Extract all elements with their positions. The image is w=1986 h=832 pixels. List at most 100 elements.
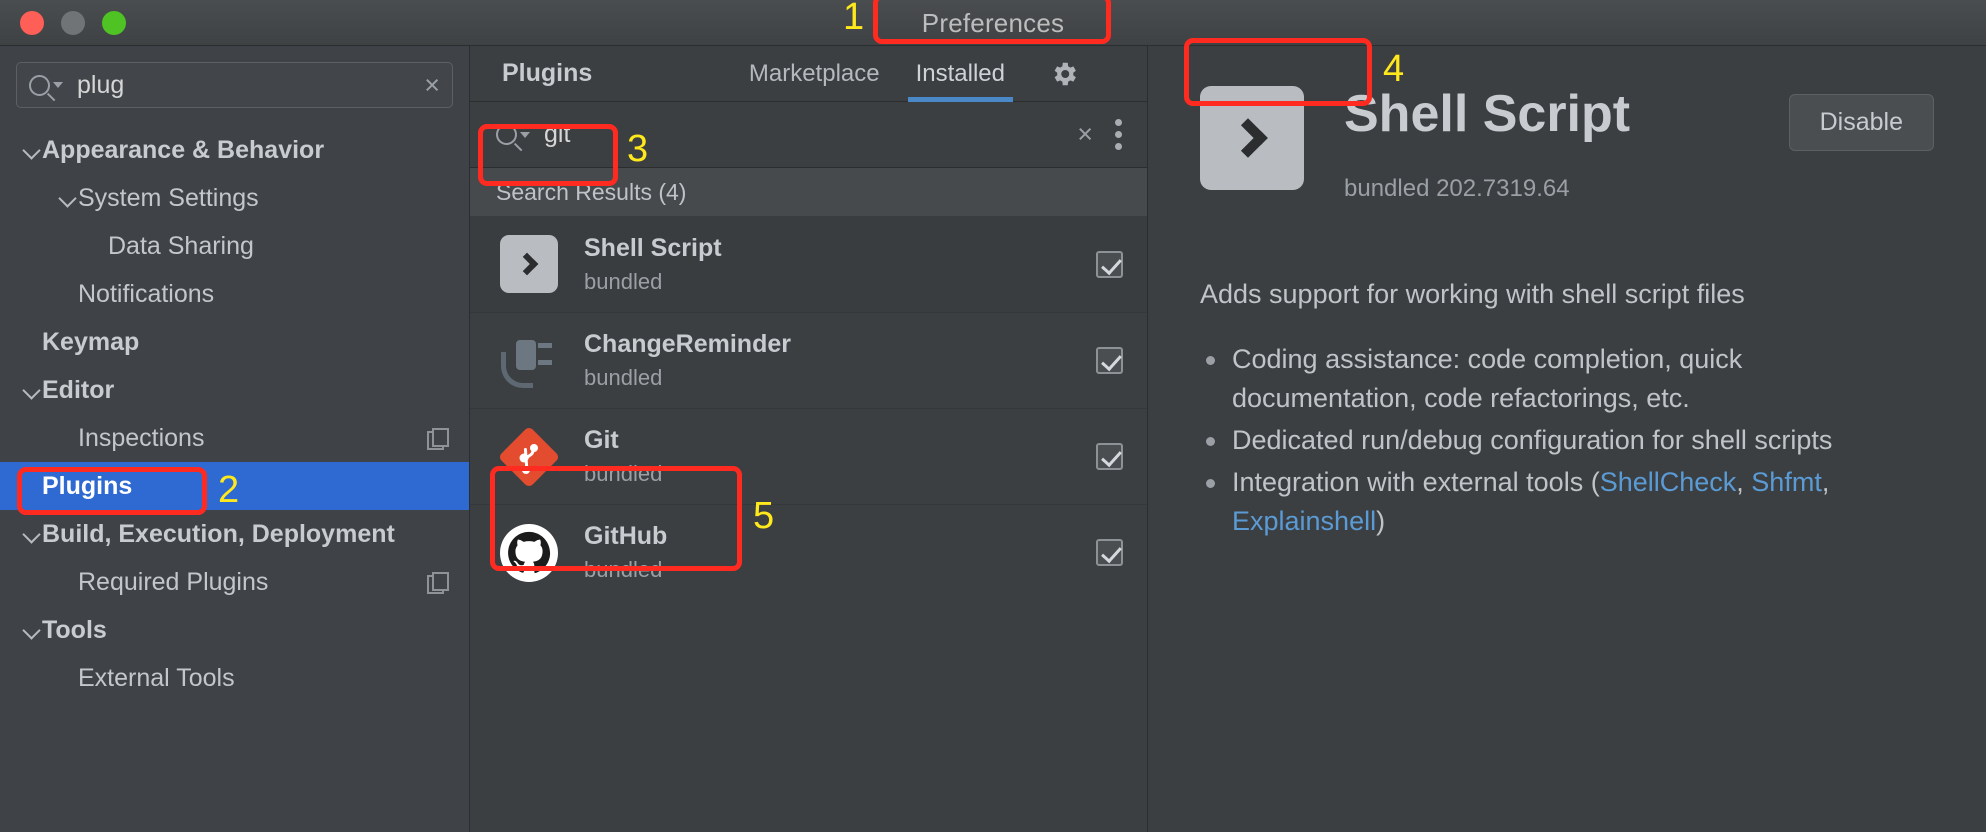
tree-indent-spacer <box>58 572 78 592</box>
sidebar-item-keymap[interactable]: Keymap <box>0 318 469 366</box>
plugin-list-item[interactable]: ChangeReminder bundled <box>470 312 1147 408</box>
plugin-enabled-checkbox[interactable] <box>1096 250 1123 278</box>
sidebar-item-tools[interactable]: Tools <box>0 606 469 654</box>
plugin-name: Shell Script <box>584 233 722 262</box>
settings-tree: Appearance & Behavior System Settings Data… <box>0 126 469 702</box>
plugin-list-item[interactable]: Git bundled <box>470 408 1147 504</box>
settings-sidebar: plug × Appearance & Behavior System Setti… <box>0 46 470 832</box>
sidebar-item-data-sharing[interactable]: Data Sharing <box>0 222 469 270</box>
sidebar-item-label: System Settings <box>78 183 259 212</box>
plugin-enabled-checkbox[interactable] <box>1096 443 1123 470</box>
chevron-down-icon[interactable] <box>58 188 78 208</box>
plugins-panel-header: Plugins Marketplace Installed <box>470 46 1147 102</box>
plugin-search-input[interactable]: git <box>544 120 570 149</box>
window-title-bar: Preferences <box>0 0 1986 46</box>
page-title: Plugins <box>502 59 593 87</box>
shell-script-icon <box>1200 86 1304 190</box>
tree-indent-spacer <box>58 428 78 448</box>
preferences-window: Preferences plug × Appearance & Behavior… <box>0 0 1986 832</box>
tree-indent-spacer <box>58 668 78 688</box>
sidebar-item-label: Editor <box>42 375 115 404</box>
plugin-name: GitHub <box>584 522 668 550</box>
feature-text: Dedicated run/debug configuration for sh… <box>1232 424 1833 455</box>
tree-indent-spacer <box>58 284 78 304</box>
copy-icon[interactable] <box>427 572 449 594</box>
search-icon <box>496 124 517 145</box>
sidebar-item-label: External Tools <box>78 663 235 692</box>
clear-search-icon[interactable]: × <box>424 71 440 99</box>
tab-installed[interactable]: Installed <box>898 46 1023 102</box>
sidebar-item-label: Plugins <box>42 471 133 500</box>
plugin-detail-header: Shell Script bundled 202.7319.64 Disable <box>1200 85 1934 203</box>
kebab-menu-icon[interactable] <box>1115 119 1123 150</box>
copy-icon[interactable] <box>427 428 449 450</box>
sidebar-search-wrap: plug × <box>0 46 469 108</box>
chevron-down-icon[interactable] <box>22 140 42 160</box>
change-reminder-icon <box>500 332 558 390</box>
chevron-down-icon[interactable] <box>22 620 42 640</box>
plugin-enabled-checkbox[interactable] <box>1096 539 1123 566</box>
sidebar-item-editor[interactable]: Editor <box>0 366 469 414</box>
sidebar-item-required-plugins[interactable]: Required Plugins <box>0 558 469 606</box>
plugin-status: bundled <box>584 557 663 582</box>
plugin-detail-panel: Shell Script bundled 202.7319.64 Disable… <box>1148 46 1986 832</box>
sidebar-item-label: Data Sharing <box>108 231 254 260</box>
plugin-list: Shell Script bundled ChangeReminder bundled… <box>470 216 1147 600</box>
plugin-enabled-checkbox[interactable] <box>1096 347 1123 374</box>
chevron-down-icon <box>520 131 530 138</box>
plugin-description: Adds support for working with shell scri… <box>1200 279 1745 310</box>
external-link[interactable]: ShellCheck <box>1600 467 1737 497</box>
shell-script-icon <box>500 235 558 293</box>
search-icon <box>29 74 50 96</box>
plugin-detail-version: bundled 202.7319.64 <box>1344 175 1570 203</box>
external-link[interactable]: Explainshell <box>1232 506 1376 536</box>
plugin-detail-title: Shell Script <box>1344 85 1631 143</box>
sidebar-item-label: Required Plugins <box>78 567 269 596</box>
gear-icon[interactable] <box>1049 46 1079 102</box>
plugin-status: bundled <box>584 461 663 486</box>
sidebar-item-label: Tools <box>42 615 107 644</box>
sidebar-search-box[interactable]: plug × <box>16 62 453 108</box>
sidebar-item-notifications[interactable]: Notifications <box>0 270 469 318</box>
tab-marketplace[interactable]: Marketplace <box>731 46 898 102</box>
chevron-down-icon[interactable] <box>22 380 42 400</box>
plugin-status: bundled <box>584 268 663 294</box>
sidebar-item-plugins[interactable]: Plugins <box>0 462 469 510</box>
tree-indent-spacer <box>88 236 108 256</box>
sidebar-item-build-execution-deployment[interactable]: Build, Execution, Deployment <box>0 510 469 558</box>
sidebar-item-external-tools[interactable]: External Tools <box>0 654 469 702</box>
chevron-down-icon[interactable] <box>22 524 42 544</box>
disable-button[interactable]: Disable <box>1788 94 1934 151</box>
feature-list-item: Dedicated run/debug configuration for sh… <box>1200 421 1934 459</box>
sidebar-search-input[interactable]: plug <box>77 71 424 100</box>
plugin-status: bundled <box>584 365 663 390</box>
external-link[interactable]: Shfmt <box>1751 467 1822 497</box>
sidebar-item-appearance-behavior[interactable]: Appearance & Behavior <box>0 126 469 174</box>
sidebar-item-label: Keymap <box>42 327 140 356</box>
tree-indent-spacer <box>22 332 42 352</box>
feature-text: , <box>1821 467 1830 498</box>
sidebar-item-label: Build, Execution, Deployment <box>42 519 395 548</box>
plugin-list-item[interactable]: Shell Script bundled <box>470 216 1147 312</box>
clear-plugin-search-icon[interactable]: × <box>1077 121 1093 148</box>
chevron-down-icon <box>53 82 63 88</box>
feature-text: Integration with external tools ( <box>1232 467 1600 498</box>
plugin-name: Git <box>584 426 619 454</box>
tree-indent-spacer <box>22 476 42 496</box>
window-body: plug × Appearance & Behavior System Setti… <box>0 46 1986 832</box>
sidebar-item-inspections[interactable]: Inspections <box>0 414 469 462</box>
plugin-feature-list: Coding assistance: code completion, quic… <box>1200 340 1934 540</box>
window-title: Preferences <box>921 7 1065 38</box>
plugin-search-box[interactable]: git × <box>470 102 1147 168</box>
sidebar-item-label: Inspections <box>78 423 205 452</box>
feature-text: ) <box>1376 505 1386 536</box>
feature-text: Coding assistance: code completion, quic… <box>1232 344 1743 413</box>
plugin-list-item[interactable]: GitHub bundled <box>470 504 1147 600</box>
sidebar-item-label: Notifications <box>78 279 215 308</box>
plugins-panel: Plugins Marketplace Installed git × Searc… <box>470 46 1148 832</box>
sidebar-item-system-settings[interactable]: System Settings <box>0 174 469 222</box>
git-icon <box>497 425 561 488</box>
plugin-detail-title-group: Shell Script bundled 202.7319.64 <box>1344 85 1789 203</box>
plugins-tabs: Marketplace Installed <box>731 46 1087 102</box>
plugin-name: ChangeReminder <box>584 330 791 358</box>
